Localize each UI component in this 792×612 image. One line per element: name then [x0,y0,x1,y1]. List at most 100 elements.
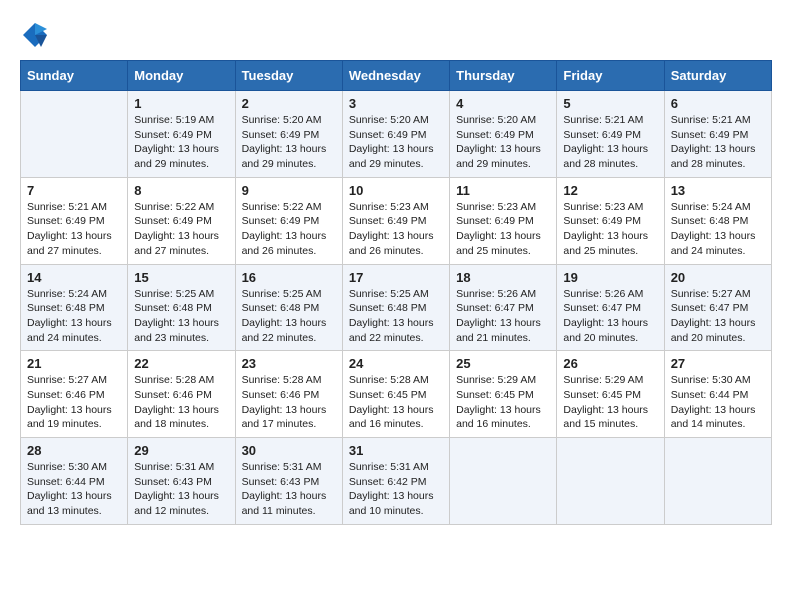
cell-info: Daylight: 13 hours [242,316,336,331]
calendar-cell: 26Sunrise: 5:29 AMSunset: 6:45 PMDayligh… [557,351,664,438]
calendar-cell: 11Sunrise: 5:23 AMSunset: 6:49 PMDayligh… [450,177,557,264]
cell-info: Sunrise: 5:31 AM [242,460,336,475]
cell-info: Sunset: 6:45 PM [349,388,443,403]
calendar-table: SundayMondayTuesdayWednesdayThursdayFrid… [20,60,772,525]
calendar-cell: 18Sunrise: 5:26 AMSunset: 6:47 PMDayligh… [450,264,557,351]
weekday-header-row: SundayMondayTuesdayWednesdayThursdayFrid… [21,61,772,91]
cell-info: Sunset: 6:48 PM [27,301,121,316]
cell-info: Daylight: 13 hours [134,316,228,331]
cell-info: and 13 minutes. [27,504,121,519]
cell-info: Sunset: 6:49 PM [456,128,550,143]
day-number: 25 [456,356,550,371]
cell-info: and 22 minutes. [242,331,336,346]
day-number: 6 [671,96,765,111]
cell-info: Sunset: 6:48 PM [134,301,228,316]
calendar-cell: 22Sunrise: 5:28 AMSunset: 6:46 PMDayligh… [128,351,235,438]
calendar-cell [664,438,771,525]
calendar-cell: 24Sunrise: 5:28 AMSunset: 6:45 PMDayligh… [342,351,449,438]
day-number: 22 [134,356,228,371]
cell-info: Sunrise: 5:21 AM [671,113,765,128]
cell-info: Sunrise: 5:28 AM [134,373,228,388]
day-number: 8 [134,183,228,198]
cell-info: Daylight: 13 hours [671,403,765,418]
cell-info: Sunrise: 5:23 AM [456,200,550,215]
day-number: 30 [242,443,336,458]
cell-info: Sunrise: 5:25 AM [349,287,443,302]
day-number: 31 [349,443,443,458]
cell-info: Sunset: 6:45 PM [456,388,550,403]
cell-info: Sunrise: 5:23 AM [349,200,443,215]
cell-info: and 26 minutes. [349,244,443,259]
cell-info: Daylight: 13 hours [349,403,443,418]
weekday-header: Thursday [450,61,557,91]
calendar-cell: 23Sunrise: 5:28 AMSunset: 6:46 PMDayligh… [235,351,342,438]
calendar-cell: 1Sunrise: 5:19 AMSunset: 6:49 PMDaylight… [128,91,235,178]
logo-icon [20,20,50,50]
logo [20,20,54,50]
weekday-header: Wednesday [342,61,449,91]
cell-info: and 16 minutes. [456,417,550,432]
calendar-cell: 6Sunrise: 5:21 AMSunset: 6:49 PMDaylight… [664,91,771,178]
cell-info: Sunrise: 5:27 AM [27,373,121,388]
calendar-cell: 30Sunrise: 5:31 AMSunset: 6:43 PMDayligh… [235,438,342,525]
cell-info: Daylight: 13 hours [27,403,121,418]
weekday-header: Monday [128,61,235,91]
day-number: 19 [563,270,657,285]
cell-info: Sunrise: 5:24 AM [671,200,765,215]
cell-info: Sunrise: 5:22 AM [242,200,336,215]
calendar-cell: 2Sunrise: 5:20 AMSunset: 6:49 PMDaylight… [235,91,342,178]
cell-info: and 29 minutes. [349,157,443,172]
cell-info: Sunset: 6:46 PM [27,388,121,403]
day-number: 5 [563,96,657,111]
cell-info: Sunrise: 5:30 AM [27,460,121,475]
calendar-cell: 8Sunrise: 5:22 AMSunset: 6:49 PMDaylight… [128,177,235,264]
calendar-cell: 29Sunrise: 5:31 AMSunset: 6:43 PMDayligh… [128,438,235,525]
cell-info: and 24 minutes. [27,331,121,346]
calendar-cell [557,438,664,525]
cell-info: Sunset: 6:49 PM [242,214,336,229]
calendar-cell: 28Sunrise: 5:30 AMSunset: 6:44 PMDayligh… [21,438,128,525]
weekday-header: Sunday [21,61,128,91]
calendar-cell [450,438,557,525]
cell-info: Sunrise: 5:21 AM [27,200,121,215]
cell-info: Sunrise: 5:23 AM [563,200,657,215]
cell-info: Daylight: 13 hours [563,316,657,331]
cell-info: Sunset: 6:44 PM [27,475,121,490]
cell-info: Daylight: 13 hours [349,316,443,331]
day-number: 16 [242,270,336,285]
calendar-cell: 31Sunrise: 5:31 AMSunset: 6:42 PMDayligh… [342,438,449,525]
day-number: 27 [671,356,765,371]
cell-info: Sunrise: 5:19 AM [134,113,228,128]
cell-info: and 27 minutes. [134,244,228,259]
calendar-week-row: 7Sunrise: 5:21 AMSunset: 6:49 PMDaylight… [21,177,772,264]
cell-info: and 24 minutes. [671,244,765,259]
cell-info: Sunrise: 5:20 AM [349,113,443,128]
calendar-cell: 16Sunrise: 5:25 AMSunset: 6:48 PMDayligh… [235,264,342,351]
cell-info: and 28 minutes. [563,157,657,172]
day-number: 18 [456,270,550,285]
cell-info: Sunrise: 5:31 AM [134,460,228,475]
cell-info: and 25 minutes. [456,244,550,259]
cell-info: Daylight: 13 hours [242,489,336,504]
calendar-cell: 27Sunrise: 5:30 AMSunset: 6:44 PMDayligh… [664,351,771,438]
cell-info: Sunrise: 5:29 AM [456,373,550,388]
calendar-cell: 9Sunrise: 5:22 AMSunset: 6:49 PMDaylight… [235,177,342,264]
cell-info: and 20 minutes. [563,331,657,346]
cell-info: Daylight: 13 hours [349,229,443,244]
cell-info: Daylight: 13 hours [134,142,228,157]
calendar-cell: 7Sunrise: 5:21 AMSunset: 6:49 PMDaylight… [21,177,128,264]
cell-info: Sunrise: 5:25 AM [134,287,228,302]
calendar-cell [21,91,128,178]
cell-info: Daylight: 13 hours [134,403,228,418]
cell-info: Daylight: 13 hours [242,403,336,418]
day-number: 23 [242,356,336,371]
cell-info: Sunrise: 5:29 AM [563,373,657,388]
cell-info: and 16 minutes. [349,417,443,432]
cell-info: Daylight: 13 hours [563,403,657,418]
cell-info: Daylight: 13 hours [134,229,228,244]
day-number: 4 [456,96,550,111]
calendar-cell: 5Sunrise: 5:21 AMSunset: 6:49 PMDaylight… [557,91,664,178]
calendar-week-row: 21Sunrise: 5:27 AMSunset: 6:46 PMDayligh… [21,351,772,438]
cell-info: and 12 minutes. [134,504,228,519]
calendar-cell: 19Sunrise: 5:26 AMSunset: 6:47 PMDayligh… [557,264,664,351]
